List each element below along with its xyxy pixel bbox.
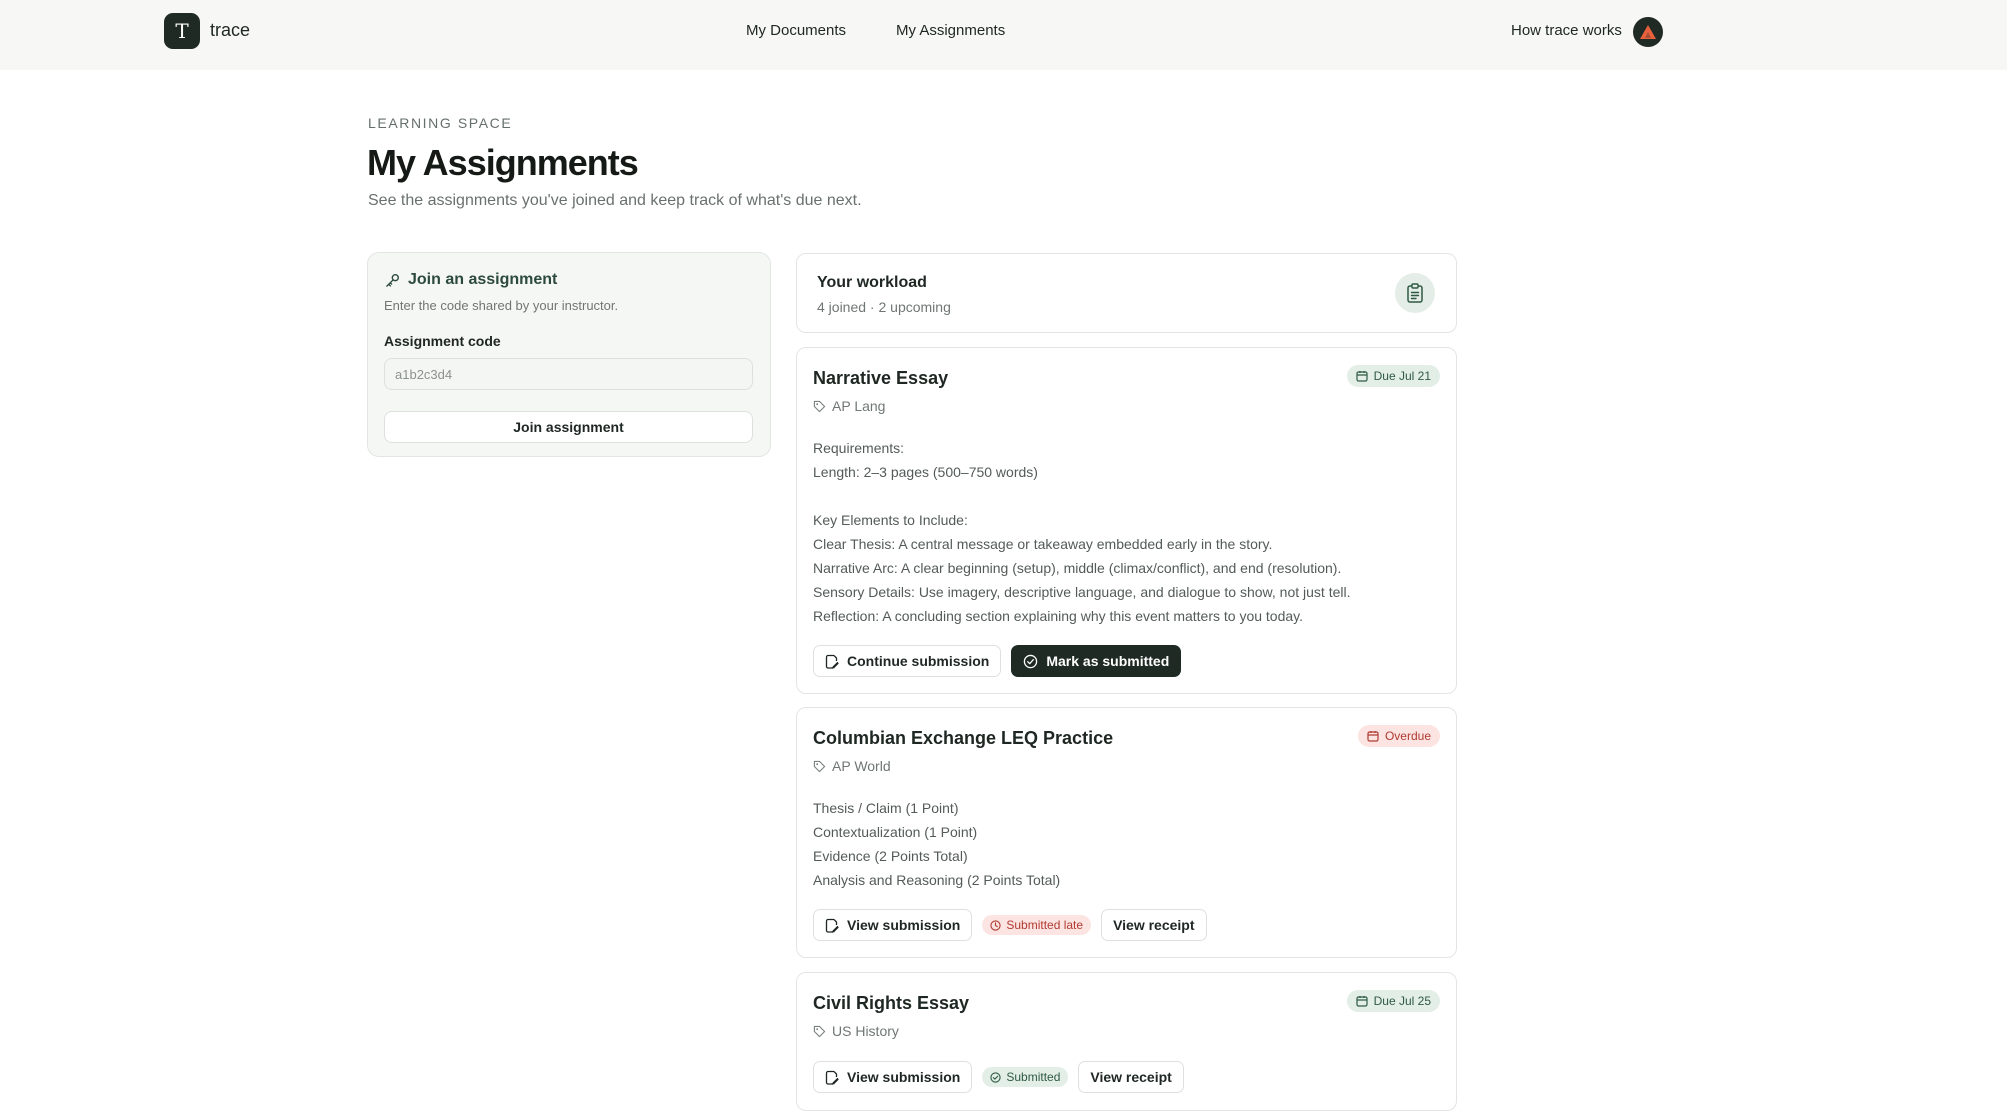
workload-meta: 4 joined · 2 upcoming: [817, 299, 951, 315]
view-receipt-button[interactable]: View receipt: [1078, 1061, 1184, 1093]
assignment-code-label: Assignment code: [384, 333, 501, 349]
calendar-icon: [1356, 371, 1368, 382]
due-date-badge: Due Jul 21: [1346, 365, 1440, 387]
description-line: Thesis / Claim (1 Point): [813, 800, 959, 816]
description-line: Length: 2–3 pages (500–750 words): [813, 464, 1038, 480]
assignment-description: Thesis / Claim (1 Point) Contextualizati…: [813, 796, 1060, 892]
submitted-late-text: Submitted late: [1006, 918, 1084, 932]
top-nav-bar: T trace My Documents My Assignments How …: [0, 0, 2007, 70]
course-tag: AP World: [813, 758, 891, 774]
calendar-icon: [1367, 731, 1379, 742]
workload-summary-card: Your workload 4 joined · 2 upcoming: [796, 253, 1457, 333]
course-name: AP Lang: [832, 398, 886, 414]
page-eyebrow: LEARNING SPACE: [368, 115, 513, 131]
description-line: Evidence (2 Points Total): [813, 848, 968, 864]
due-date-badge: Due Jul 25: [1346, 990, 1440, 1012]
avatar-triangle-icon: [1640, 25, 1656, 39]
mark-as-submitted-button[interactable]: Mark as submitted: [1011, 645, 1182, 677]
course-tag: US History: [813, 1023, 899, 1039]
nav-my-assignments[interactable]: My Assignments: [896, 22, 1005, 39]
due-date-text: Due Jul 21: [1373, 369, 1431, 383]
tag-icon: [813, 400, 826, 412]
join-card-title-text: Join an assignment: [408, 271, 558, 288]
submitted-text: Submitted: [1006, 1070, 1061, 1084]
tag-icon: [813, 1025, 826, 1037]
edit-document-icon: [825, 1070, 839, 1085]
workload-title: Your workload: [817, 274, 927, 291]
description-line: Requirements:: [813, 440, 905, 456]
continue-submission-label: Continue submission: [847, 653, 990, 669]
description-line: Key Elements to Include:: [813, 512, 968, 528]
key-icon: [386, 273, 400, 287]
assignment-code-input[interactable]: [384, 358, 753, 390]
edit-document-icon: [825, 654, 839, 669]
calendar-icon: [1356, 996, 1368, 1007]
how-trace-works-link[interactable]: How trace works: [1511, 22, 1622, 39]
page-subtitle: See the assignments you've joined and ke…: [368, 192, 862, 209]
view-submission-label: View submission: [847, 1069, 961, 1085]
tag-icon: [813, 760, 826, 772]
assignment-actions: Continue submission Mark as submitted: [813, 645, 1182, 677]
mark-as-submitted-label: Mark as submitted: [1046, 653, 1170, 669]
continue-submission-button[interactable]: Continue submission: [813, 645, 1002, 677]
assignment-title: Narrative Essay: [813, 368, 949, 388]
view-submission-button[interactable]: View submission: [813, 1061, 973, 1093]
due-date-text: Overdue: [1384, 729, 1431, 743]
assignment-title: Civil Rights Essay: [813, 993, 970, 1013]
description-line: Contextualization (1 Point): [813, 824, 978, 840]
clipboard-icon: [1395, 273, 1435, 313]
course-tag: AP Lang: [813, 398, 885, 414]
assignment-card-civil-rights-essay: Civil Rights Essay Due Jul 25 US History…: [796, 972, 1457, 1111]
check-circle-icon: [1024, 654, 1038, 668]
description-line: Sensory Details: Use imagery, descriptiv…: [813, 584, 1351, 600]
join-assignment-card: Join an assignment Enter the code shared…: [367, 252, 771, 457]
submitted-late-badge: Submitted late: [982, 915, 1092, 935]
view-submission-label: View submission: [847, 917, 961, 933]
description-line: Reflection: A concluding section explain…: [813, 608, 1304, 624]
description-line: Analysis and Reasoning (2 Points Total): [813, 872, 1061, 888]
due-date-text: Due Jul 25: [1373, 994, 1431, 1008]
join-card-subtitle: Enter the code shared by your instructor…: [384, 298, 619, 313]
assignment-actions: View submission Submitted View receipt: [813, 1061, 1184, 1093]
join-card-title: Join an assignment: [385, 271, 557, 289]
assignment-title: Columbian Exchange LEQ Practice: [813, 728, 1114, 748]
edit-document-icon: [825, 918, 839, 933]
page-title: My Assignments: [367, 142, 639, 183]
assignment-actions: View submission Submitted late View rece…: [813, 909, 1207, 941]
assignment-description: Requirements: Length: 2–3 pages (500–750…: [813, 436, 1350, 628]
join-assignment-button[interactable]: Join assignment: [384, 411, 753, 443]
overdue-badge: Overdue: [1357, 725, 1440, 747]
app-name[interactable]: trace: [210, 20, 250, 41]
check-circle-icon: [990, 1071, 1001, 1083]
submitted-badge: Submitted: [982, 1067, 1069, 1087]
nav-my-documents[interactable]: My Documents: [746, 22, 846, 39]
course-name: US History: [832, 1023, 899, 1039]
assignment-card-columbian-exchange: Columbian Exchange LEQ Practice Overdue …: [796, 707, 1457, 958]
description-line: Clear Thesis: A central message or takea…: [813, 536, 1273, 552]
view-receipt-button[interactable]: View receipt: [1101, 909, 1207, 941]
assignment-card-narrative-essay: Narrative Essay Due Jul 21 AP Lang Requi…: [796, 347, 1457, 694]
logo-mark[interactable]: T: [164, 13, 200, 49]
description-line: [813, 484, 1350, 508]
view-submission-button[interactable]: View submission: [813, 909, 973, 941]
avatar[interactable]: [1633, 17, 1663, 47]
clock-icon: [990, 919, 1001, 931]
description-line: Narrative Arc: A clear beginning (setup)…: [813, 560, 1342, 576]
course-name: AP World: [832, 758, 891, 774]
